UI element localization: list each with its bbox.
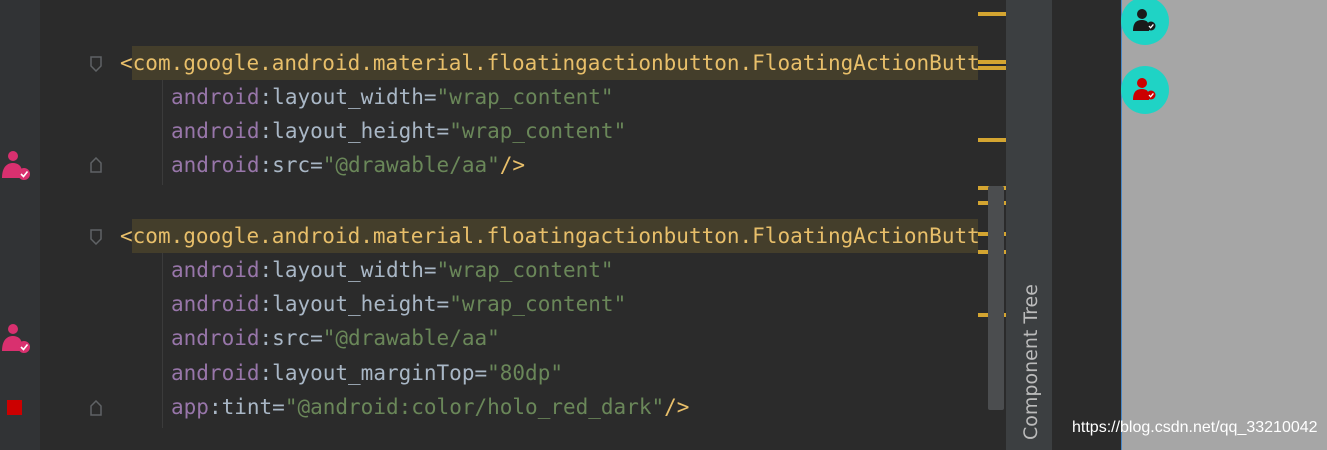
attr-equals: = bbox=[423, 258, 437, 282]
attr-equals: = bbox=[423, 85, 437, 109]
color-swatch-icon[interactable] bbox=[7, 400, 22, 415]
attr-namespace: android bbox=[171, 258, 260, 282]
fold-close-icon[interactable] bbox=[90, 400, 102, 416]
attr-namespace: app bbox=[171, 395, 209, 419]
code-line[interactable]: android:layout_height="wrap_content" bbox=[171, 114, 626, 148]
attr-equals: = bbox=[436, 119, 450, 143]
attr-name: layout_width bbox=[272, 85, 424, 109]
attr-value: "wrap_content" bbox=[436, 85, 614, 109]
attr-name: layout_width bbox=[272, 258, 424, 282]
attr-separator: : bbox=[259, 85, 273, 109]
attr-equals: = bbox=[310, 153, 323, 177]
attr-name: layout_height bbox=[272, 119, 437, 143]
code-line[interactable]: <com.google.android.material.floatingact… bbox=[120, 219, 992, 253]
attr-namespace: android bbox=[171, 292, 260, 316]
code-line[interactable]: android:layout_width="wrap_content" bbox=[171, 253, 614, 287]
code-line[interactable]: android:layout_height="wrap_content" bbox=[171, 287, 626, 321]
tag-bracket: < bbox=[120, 51, 133, 75]
code-line[interactable]: android:layout_width="wrap_content" bbox=[171, 80, 614, 114]
line-gutter bbox=[0, 0, 41, 450]
attr-separator: : bbox=[259, 153, 273, 177]
attr-value: "wrap_content" bbox=[449, 119, 627, 143]
attr-name: layout_marginTop bbox=[272, 361, 475, 385]
attr-name: src bbox=[272, 153, 311, 177]
attr-name: layout_height bbox=[272, 292, 437, 316]
attr-separator: : bbox=[259, 326, 273, 350]
attr-value: "@android:color/holo_red_dark" bbox=[284, 395, 665, 419]
tag-name: com.google.android.material.floatingacti… bbox=[132, 51, 993, 75]
user-check-icon bbox=[1133, 78, 1156, 100]
user-check-icon bbox=[1133, 9, 1156, 31]
marker[interactable] bbox=[978, 138, 1006, 142]
component-tree-tab[interactable]: Component Tree bbox=[1020, 284, 1042, 440]
code-line[interactable]: android:src="@drawable/aa" bbox=[171, 321, 500, 355]
user-check-icon[interactable] bbox=[0, 148, 32, 182]
attr-separator: : bbox=[208, 395, 222, 419]
attr-namespace: android bbox=[171, 326, 260, 350]
user-check-icon[interactable] bbox=[0, 321, 32, 355]
attr-value: "wrap_content" bbox=[449, 292, 627, 316]
code-line[interactable]: app:tint="@android:color/holo_red_dark"/… bbox=[171, 390, 689, 424]
attr-name: tint bbox=[221, 395, 273, 419]
attr-value: "@drawable/aa" bbox=[322, 326, 500, 350]
attr-equals: = bbox=[436, 292, 450, 316]
tag-close: /> bbox=[499, 153, 526, 177]
indent-guide bbox=[162, 80, 163, 185]
attr-equals: = bbox=[474, 361, 488, 385]
scrollbar-thumb[interactable] bbox=[988, 186, 1004, 410]
indent-guide bbox=[162, 253, 163, 428]
attr-equals: = bbox=[272, 395, 285, 419]
code-line[interactable]: <com.google.android.material.floatingact… bbox=[120, 46, 992, 80]
attr-name: src bbox=[272, 326, 311, 350]
attr-equals: = bbox=[310, 326, 323, 350]
attr-separator: : bbox=[259, 361, 273, 385]
attr-separator: : bbox=[259, 258, 273, 282]
code-editor[interactable]: <com.google.android.material.floatingact… bbox=[40, 0, 1006, 450]
attr-separator: : bbox=[259, 119, 273, 143]
fab-preview-1[interactable] bbox=[1121, 0, 1169, 45]
attr-namespace: android bbox=[171, 85, 260, 109]
panel-gap bbox=[1052, 0, 1121, 450]
tag-close: /> bbox=[664, 395, 690, 419]
attr-namespace: android bbox=[171, 153, 260, 177]
fold-open-icon[interactable] bbox=[90, 56, 102, 72]
attr-value: "80dp" bbox=[487, 361, 563, 385]
tag-bracket: < bbox=[120, 224, 133, 248]
marker[interactable] bbox=[978, 60, 1006, 64]
fold-open-icon[interactable] bbox=[90, 229, 102, 245]
attr-separator: : bbox=[259, 292, 273, 316]
attr-value: "wrap_content" bbox=[436, 258, 614, 282]
code-line[interactable]: android:src="@drawable/aa"/> bbox=[171, 148, 525, 182]
tag-name: com.google.android.material.floatingacti… bbox=[132, 224, 993, 248]
attr-namespace: android bbox=[171, 119, 260, 143]
fab-preview-2[interactable] bbox=[1121, 66, 1169, 114]
attr-value: "@drawable/aa" bbox=[322, 153, 500, 177]
watermark: https://blog.csdn.net/qq_33210042 bbox=[1072, 419, 1318, 436]
fold-close-icon[interactable] bbox=[90, 157, 102, 173]
attr-namespace: android bbox=[171, 361, 260, 385]
marker[interactable] bbox=[978, 66, 1006, 70]
marker[interactable] bbox=[978, 12, 1006, 16]
code-line[interactable]: android:layout_marginTop="80dp" bbox=[171, 356, 563, 390]
